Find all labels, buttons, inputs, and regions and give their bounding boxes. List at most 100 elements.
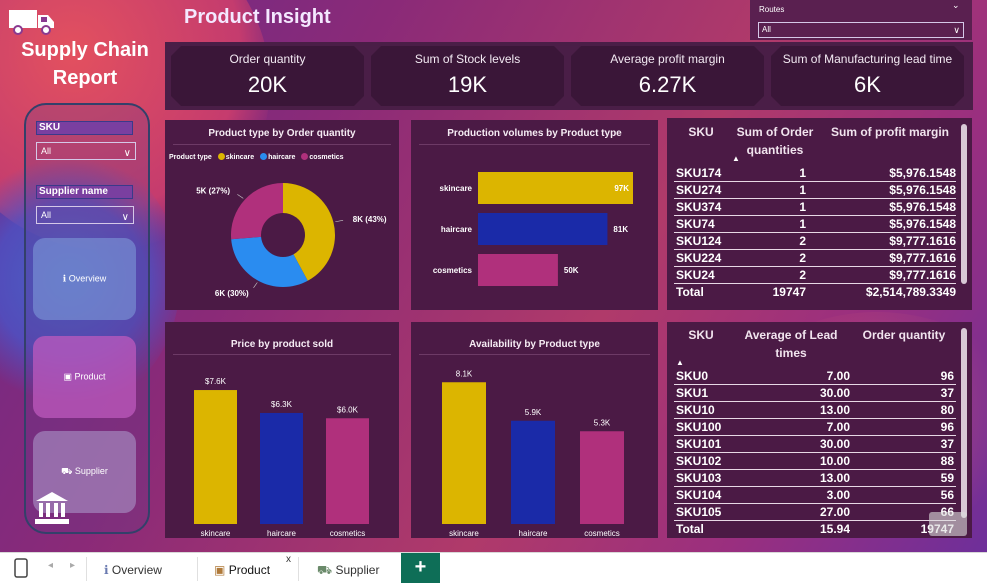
table-cell: SKU74: [676, 217, 715, 231]
tab-label: Product: [228, 563, 271, 577]
routes-dropdown-value: All: [762, 25, 771, 34]
report-title: Supply Chain Report: [21, 39, 149, 89]
table-row[interactable]: SKU1 30.00 37: [674, 385, 956, 402]
availability-bar-chart[interactable]: 8.1K skincare 5.9K haircare 5.3K cosmetics: [411, 360, 658, 538]
table-cell: SKU274: [676, 183, 722, 197]
add-page-button[interactable]: +: [401, 553, 440, 583]
category-label: skincare: [201, 529, 231, 538]
focus-mode-icon[interactable]: [929, 512, 967, 536]
divider: [173, 144, 391, 145]
category-label: cosmetics: [433, 266, 473, 275]
data-label: $6.3K: [271, 400, 293, 409]
data-label: 50K: [564, 266, 579, 275]
bar: [478, 254, 558, 286]
column-header[interactable]: Sum of Order quantities: [730, 123, 820, 159]
chart-title: Price by product sold: [230, 339, 334, 350]
column-header[interactable]: Order quantity: [852, 326, 956, 344]
legend-entry: cosmetics: [309, 154, 344, 161]
tab-product[interactable]: ▣ Product: [214, 553, 296, 583]
table-cell: $9,777.1616: [889, 234, 956, 248]
scrollbar[interactable]: [961, 328, 967, 518]
kpi-value: 20K: [247, 72, 288, 97]
production-bar-chart[interactable]: skincare 97K haircare 81K cosmetics 50K: [411, 160, 658, 300]
table-cell: 1: [799, 217, 806, 231]
column-header[interactable]: Average of Lead times: [735, 326, 847, 362]
product-nav-button[interactable]: ▣ Product: [33, 336, 136, 418]
table-row[interactable]: SKU10 13.00 80: [674, 402, 956, 419]
column-header[interactable]: SKU: [676, 123, 726, 141]
kpi-card: Sum of Manufacturing lead time 6K: [771, 46, 964, 106]
table-row[interactable]: SKU174 1 $5,976.1548: [674, 165, 956, 182]
supplier-dropdown[interactable]: All ∨: [36, 206, 134, 224]
table-row[interactable]: SKU10527.0066: [674, 504, 956, 521]
supplier-dropdown-value: All: [41, 210, 52, 220]
table-row[interactable]: SKU24 2 $9,777.1616: [674, 267, 956, 284]
table-row[interactable]: SKU274 1 $5,976.1548: [674, 182, 956, 199]
supplier-nav-label: Supplier: [74, 466, 108, 476]
table-row[interactable]: SKU102 10.00 88: [674, 453, 956, 470]
legend-entry: haircare: [268, 154, 296, 161]
category-label: skincare: [449, 529, 479, 538]
table-row[interactable]: SKU100 7.00 96: [674, 419, 956, 436]
table-cell: 1: [799, 183, 806, 197]
kpi-label: Order quantity: [229, 52, 306, 66]
table-row[interactable]: SKU101 30.00 37: [674, 436, 956, 453]
column-header[interactable]: SKU: [676, 326, 726, 344]
report-canvas: Supply Chain Report Product Insight Rout…: [0, 0, 987, 552]
leader-line: [237, 194, 244, 199]
truck-icon: ⛟: [317, 563, 333, 577]
close-tab-button[interactable]: x: [286, 554, 291, 565]
table-row[interactable]: SKU104 3.00 56: [674, 487, 956, 504]
table-cell: SKU124: [676, 234, 722, 248]
table-cell: 96: [940, 420, 954, 434]
product-nav-label: Product: [74, 371, 106, 382]
category-label: skincare: [440, 184, 473, 193]
donut-slice: [231, 183, 283, 240]
sku-dropdown[interactable]: All ∨: [36, 142, 136, 160]
total-label: Total: [676, 522, 704, 536]
routes-dropdown[interactable]: All ∨: [758, 22, 964, 38]
scrollbar[interactable]: [961, 124, 967, 284]
table-row[interactable]: SKU103 13.00 59: [674, 470, 956, 487]
column-header[interactable]: Sum of profit margin: [822, 123, 958, 141]
table-cell: 1: [799, 166, 806, 180]
table-row[interactable]: SKU224 2 $9,777.1616: [674, 250, 956, 267]
table-cell: 59: [940, 471, 954, 485]
page-title: Product Insight: [184, 6, 331, 28]
table-cell: 2: [799, 268, 806, 282]
table-cell: SKU24: [676, 268, 715, 282]
table-cell: 37: [940, 386, 954, 400]
table-cell: 10.00: [819, 454, 850, 468]
donut-chart[interactable]: 8K (43%) 6K (30%) 5K (27%): [165, 165, 399, 310]
sort-ascending-icon[interactable]: ▲: [732, 154, 740, 163]
data-label: 5K (27%): [196, 186, 230, 195]
chevron-down-icon[interactable]: ⌄: [952, 0, 960, 11]
previous-page-icon[interactable]: ◂: [48, 560, 53, 571]
table-cell: 96: [940, 369, 954, 383]
table-row[interactable]: SKU0 7.00 96: [674, 368, 956, 385]
chevron-down-icon: ∨: [953, 25, 960, 35]
chevron-down-icon: ∨: [123, 148, 131, 159]
tab-supplier[interactable]: ⛟ Supplier: [317, 553, 379, 583]
table-row[interactable]: SKU374 1 $5,976.1548: [674, 199, 956, 216]
next-page-icon[interactable]: ▸: [70, 560, 75, 571]
overview-nav-button[interactable]: ℹ Overview: [33, 238, 136, 320]
table-cell: 1: [799, 200, 806, 214]
sort-ascending-icon[interactable]: ▲: [676, 358, 684, 367]
kpi-value: 19K: [447, 72, 488, 97]
tab-overview[interactable]: ℹ Overview: [104, 553, 162, 583]
table-row[interactable]: SKU124 2 $9,777.1616: [674, 233, 956, 250]
table-cell: 27.00: [819, 505, 850, 519]
category-label: cosmetics: [584, 529, 620, 538]
supplier-slicer-label: Supplier name: [36, 185, 133, 199]
legend-marker: [301, 153, 309, 160]
table-cell: SKU10: [676, 403, 715, 417]
table-cell: SKU104: [676, 488, 722, 502]
price-bar-chart[interactable]: $7.6K skincare $6.3K haircare $6.0K cosmetics: [165, 360, 399, 538]
mobile-layout-icon[interactable]: [14, 558, 28, 578]
table-cell: 3.00: [826, 488, 850, 502]
table-total-row: Total 19747 $2,514,789.3349: [674, 283, 956, 300]
table-row[interactable]: SKU74 1 $5,976.1548: [674, 216, 956, 233]
box-icon: ▣: [63, 371, 72, 382]
kpi-card: Average profit margin 6.27K: [571, 46, 764, 106]
